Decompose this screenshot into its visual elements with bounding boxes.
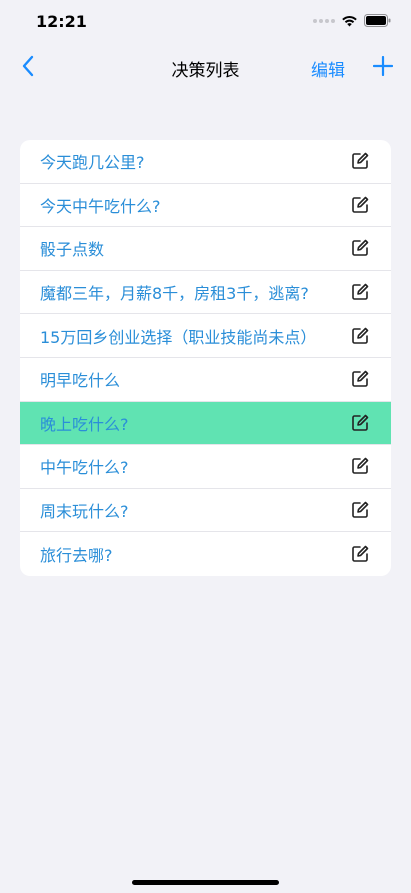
list-item[interactable]: 中午吃什么? bbox=[20, 445, 391, 489]
status-icons bbox=[313, 14, 391, 27]
list-item-label: 周末玩什么? bbox=[40, 502, 129, 522]
edit-item-button[interactable] bbox=[349, 194, 371, 216]
list-item-label: 骰子点数 bbox=[40, 240, 105, 260]
wifi-icon bbox=[342, 15, 357, 26]
status-time: 12:21 bbox=[36, 12, 87, 31]
battery-icon bbox=[364, 14, 391, 27]
list-item-label: 今天跑几公里? bbox=[40, 153, 145, 173]
edit-icon bbox=[352, 240, 369, 257]
edit-item-button[interactable] bbox=[349, 237, 371, 259]
list-item[interactable]: 旅行去哪? bbox=[20, 532, 391, 576]
list-item[interactable]: 今天中午吃什么? bbox=[20, 184, 391, 228]
add-button[interactable] bbox=[369, 52, 397, 80]
edit-button[interactable]: 编辑 bbox=[311, 56, 345, 81]
edit-icon bbox=[352, 283, 369, 300]
list-item-label: 晚上吃什么? bbox=[40, 414, 129, 434]
list-item[interactable]: 魔都三年，月薪8千，房租3千，逃离? bbox=[20, 271, 391, 315]
list-item-label: 今天中午吃什么? bbox=[40, 196, 161, 216]
edit-icon bbox=[352, 152, 369, 170]
list-item[interactable]: 周末玩什么? bbox=[20, 489, 391, 533]
page-title: 决策列表 bbox=[171, 61, 240, 81]
plus-icon bbox=[373, 56, 393, 76]
edit-item-button[interactable] bbox=[349, 281, 371, 303]
navigation-bar: 决策列表 编辑 bbox=[0, 44, 411, 90]
edit-icon bbox=[352, 196, 369, 213]
edit-icon bbox=[352, 370, 369, 388]
edit-icon bbox=[352, 501, 369, 518]
list-item-label: 魔都三年，月薪8千，房租3千，逃离? bbox=[40, 284, 309, 304]
list-item[interactable]: 晚上吃什么? bbox=[20, 401, 391, 446]
edit-icon bbox=[352, 327, 369, 344]
list-item[interactable]: 明早吃什么 bbox=[20, 358, 391, 402]
edit-item-button[interactable] bbox=[349, 325, 371, 347]
status-bar: 12:21 bbox=[0, 0, 411, 44]
list-item-label: 旅行去哪? bbox=[40, 546, 113, 566]
edit-item-button[interactable] bbox=[349, 455, 371, 477]
edit-icon bbox=[352, 414, 369, 431]
edit-item-button[interactable] bbox=[349, 499, 371, 521]
edit-item-button[interactable] bbox=[349, 543, 371, 565]
edit-item-button[interactable] bbox=[349, 412, 371, 434]
cellular-signal-icon bbox=[313, 18, 335, 23]
edit-icon bbox=[352, 458, 369, 475]
list-item-label: 明早吃什么 bbox=[40, 371, 121, 391]
home-indicator bbox=[132, 880, 279, 885]
list-item-label: 中午吃什么? bbox=[40, 458, 129, 478]
decision-list: 今天跑几公里? 今天中午吃什么? 骰子点数魔都三年，月薪8千，房租3千，逃离? 15万… bbox=[20, 140, 391, 576]
list-item[interactable]: 骰子点数 bbox=[20, 227, 391, 271]
edit-icon bbox=[352, 545, 369, 562]
edit-item-button[interactable] bbox=[349, 368, 371, 390]
list-item-label: 15万回乡创业选择（职业技能尚未点） bbox=[40, 327, 317, 347]
edit-item-button[interactable] bbox=[349, 150, 371, 172]
list-item[interactable]: 15万回乡创业选择（职业技能尚未点） bbox=[20, 314, 391, 358]
list-item[interactable]: 今天跑几公里? bbox=[20, 140, 391, 184]
